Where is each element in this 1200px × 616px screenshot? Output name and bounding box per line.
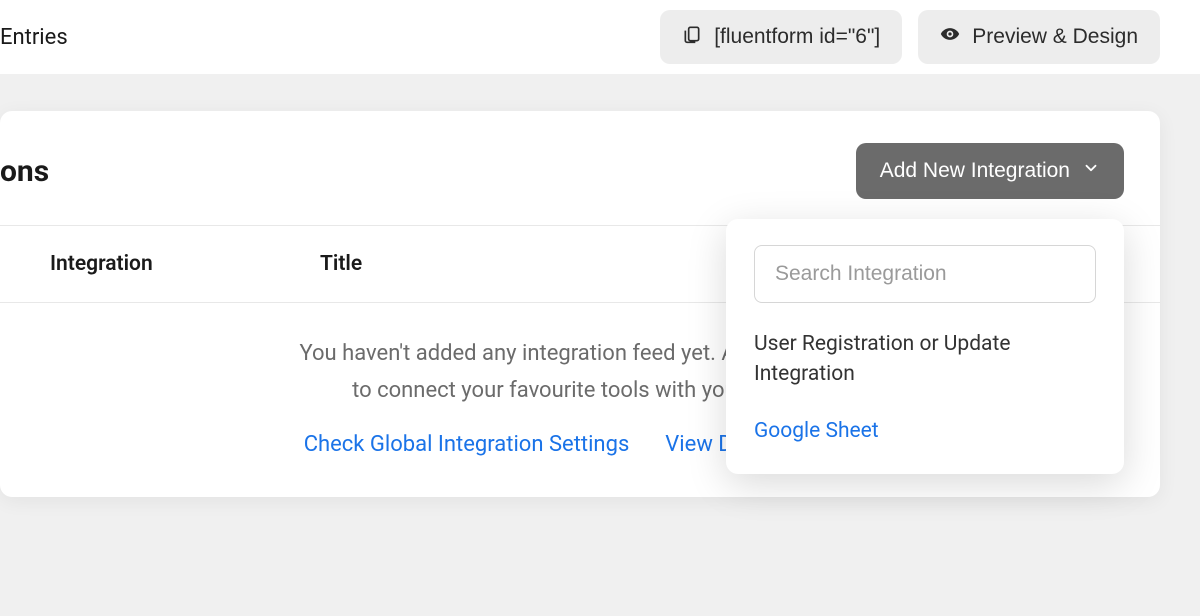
shortcode-text: [fluentform id="6"] [714,25,880,49]
preview-design-label: Preview & Design [972,25,1138,49]
dropdown-item-google-sheet[interactable]: Google Sheet [754,416,1096,446]
add-new-integration-label: Add New Integration [880,159,1070,183]
eye-icon [940,24,960,50]
entries-tab[interactable]: Entries [0,25,68,50]
search-integration-input[interactable] [754,245,1096,303]
dropdown-item-user-registration[interactable]: User Registration or Update Integration [754,329,1096,390]
shortcode-button[interactable]: [fluentform id="6"] [660,10,902,64]
preview-design-button[interactable]: Preview & Design [918,10,1160,64]
column-header-title: Title [320,252,620,276]
column-header-integration: Integration [50,252,320,276]
top-bar: Entries [fluentform id="6"] Preview & De… [0,0,1200,75]
panel-title: ons [0,154,49,189]
copy-icon [682,24,702,50]
topbar-actions: [fluentform id="6"] Preview & Design [660,10,1160,64]
add-integration-dropdown: User Registration or Update Integration … [726,219,1124,474]
integrations-panel: ons Add New Integration Integration Titl… [0,111,1160,497]
check-global-settings-link[interactable]: Check Global Integration Settings [304,432,630,457]
chevron-down-icon [1082,159,1100,183]
add-new-integration-button[interactable]: Add New Integration [856,143,1124,199]
main-area: ons Add New Integration Integration Titl… [0,111,1200,497]
panel-header: ons Add New Integration [0,111,1160,225]
